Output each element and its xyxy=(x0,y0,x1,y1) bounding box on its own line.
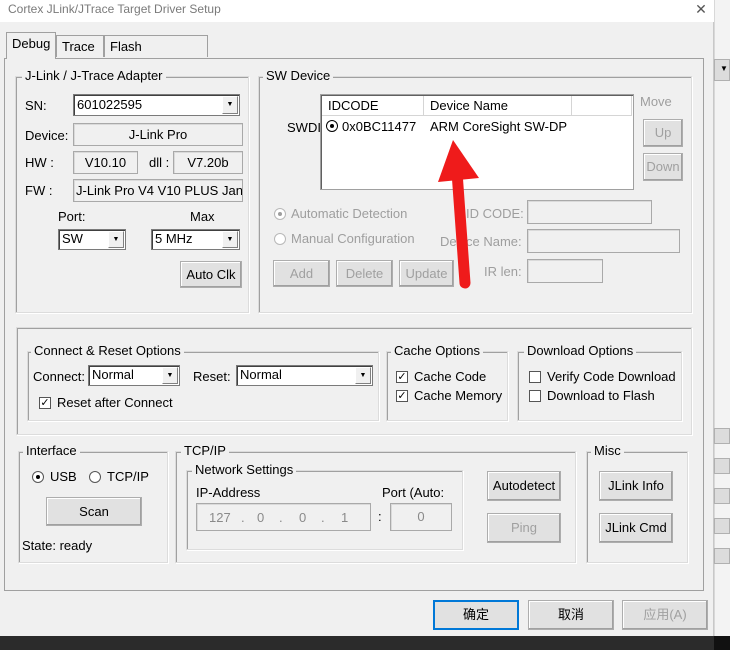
tab-debug[interactable]: Debug xyxy=(6,32,56,59)
arrow-head-icon xyxy=(438,140,479,182)
arrow-shaft xyxy=(451,166,471,289)
red-arrow-annotation xyxy=(438,140,479,289)
